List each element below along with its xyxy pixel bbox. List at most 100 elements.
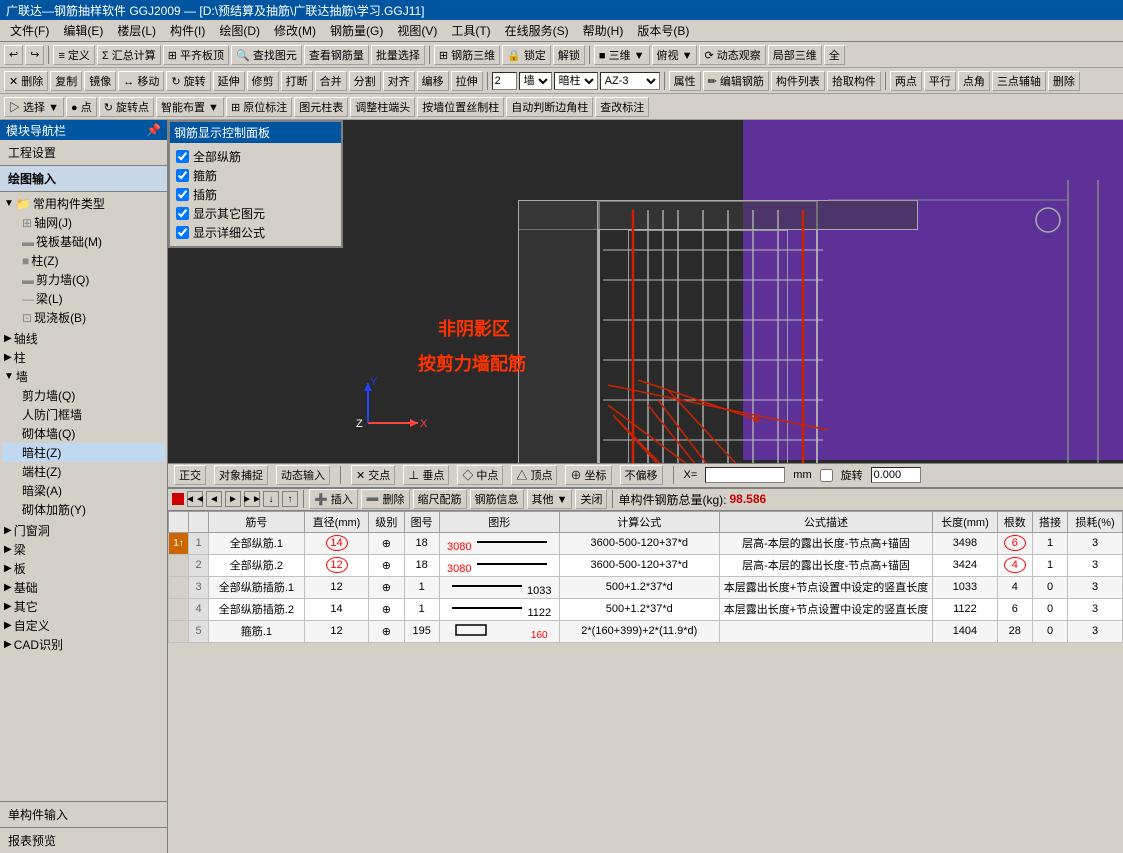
cb-insert[interactable]: 插筋 [174, 185, 337, 204]
status-intersect[interactable]: ✕ 交点 [351, 465, 395, 485]
rotate-check[interactable] [820, 469, 833, 482]
tb-lock[interactable]: 🔒 锁定 [502, 45, 551, 65]
menu-view[interactable]: 视图(V) [391, 21, 443, 40]
status-coord[interactable]: ⊕ 坐标 [565, 465, 611, 485]
tb-rot-point[interactable]: ↻ 旋转点 [99, 97, 154, 117]
cell-name4[interactable]: 全部纵筋插筋.2 [209, 598, 305, 620]
tb-inplace-mark[interactable]: ⊞ 原位标注 [226, 97, 292, 117]
status-no-offset[interactable]: 不偏移 [620, 465, 663, 485]
tree-col[interactable]: ■柱(Z) [2, 251, 165, 270]
tb-top-view[interactable]: 俯视 ▼ [652, 45, 698, 65]
tree-opening[interactable]: ▶ 门窗洞 [2, 521, 165, 540]
tb-steel-3d[interactable]: ⊞ 钢筋三维 [434, 45, 500, 65]
tb-insert-row[interactable]: ➕ 插入 [309, 489, 358, 509]
table-close-box[interactable] [172, 493, 184, 505]
tree-masonry[interactable]: 砌体墙(Q) [2, 424, 165, 443]
draw-input[interactable]: 绘图输入 [0, 166, 167, 192]
tb-steel-info[interactable]: 钢筋信息 [470, 489, 524, 509]
tb-undo[interactable]: ↩ [4, 45, 23, 65]
tb-pick[interactable]: 拾取构件 [827, 71, 881, 91]
tree-custom[interactable]: ▶ 自定义 [2, 616, 165, 635]
tb-break[interactable]: 打断 [281, 71, 313, 91]
tree-end-col[interactable]: 端柱(Z) [2, 462, 165, 481]
menu-help[interactable]: 帮助(H) [577, 21, 630, 40]
tree-other[interactable]: ▶ 其它 [2, 597, 165, 616]
tree-wall-section[interactable]: ▼ 墙 [2, 367, 165, 386]
rotate-input[interactable] [871, 467, 921, 483]
report-btn[interactable]: 报表预览 [0, 827, 167, 853]
tree-dark-col[interactable]: 暗柱(Z) [2, 443, 165, 462]
tb-3pt-aux[interactable]: 三点辅轴 [992, 71, 1046, 91]
tb-offset[interactable]: 编移 [417, 71, 449, 91]
tb-component-list[interactable]: 构件列表 [771, 71, 825, 91]
cell-name[interactable]: 全部纵筋.1 [209, 532, 305, 554]
tb-twopoint[interactable]: 两点 [890, 71, 922, 91]
menu-edit[interactable]: 编辑(E) [57, 21, 109, 40]
nav-next[interactable]: ► [225, 491, 241, 507]
canvas-area[interactable]: 钢筋显示控制面板 全部纵筋 箍筋 插筋 显示其它图元 显示详细公式 [168, 120, 1123, 463]
cb-formula[interactable]: 显示详细公式 [174, 223, 337, 242]
single-part-btn[interactable]: 单构件输入 [0, 801, 167, 827]
tb-scale-steel[interactable]: 缩尺配筋 [413, 489, 467, 509]
tb-adj-col-end[interactable]: 调整柱端头 [350, 97, 415, 117]
tb-dynamic[interactable]: ⟳ 动态观察 [699, 45, 765, 65]
tb-check-mark[interactable]: 查改标注 [595, 97, 649, 117]
tb-batch-select[interactable]: 批量选择 [371, 45, 425, 65]
tb-parallel[interactable]: 平行 [924, 71, 956, 91]
tb-smart-layout[interactable]: 智能布置 ▼ [156, 97, 224, 117]
tree-shear-q[interactable]: 剪力墙(Q) [2, 386, 165, 405]
tree-dark-beam[interactable]: 暗梁(A) [2, 481, 165, 500]
status-obj-snap[interactable]: 对象捕捉 [214, 465, 268, 485]
tb-merge[interactable]: 合并 [315, 71, 347, 91]
tb-redo[interactable]: ↪ [25, 45, 44, 65]
tree-axis-section[interactable]: ▶ 轴线 [2, 329, 165, 348]
floor-input[interactable]: 2 [492, 72, 517, 90]
cb-all-long[interactable]: 全部纵筋 [174, 147, 337, 166]
tb-copy[interactable]: 复制 [50, 71, 82, 91]
cb-other-elem[interactable]: 显示其它图元 [174, 204, 337, 223]
tb-angle[interactable]: 点角 [958, 71, 990, 91]
tb-col-table[interactable]: 图元柱表 [294, 97, 348, 117]
tb-calc[interactable]: Σ 汇总计算 [97, 45, 161, 65]
menu-floor[interactable]: 楼层(L) [111, 21, 162, 40]
nav-last[interactable]: ►► [244, 491, 260, 507]
tb-other[interactable]: 其他 ▼ [527, 489, 573, 509]
eng-settings[interactable]: 工程设置 [0, 140, 167, 166]
tree-axis[interactable]: ⊞轴网(J) [2, 213, 165, 232]
nav-prev[interactable]: ◄ [206, 491, 222, 507]
tb-view-steel[interactable]: 查看钢筋量 [304, 45, 369, 65]
status-perp[interactable]: ⊥ 垂点 [403, 465, 449, 485]
tb-split[interactable]: 分割 [349, 71, 381, 91]
menu-online[interactable]: 在线服务(S) [499, 21, 575, 40]
tb-mirror[interactable]: 镜像 [84, 71, 116, 91]
menu-file[interactable]: 文件(F) [4, 21, 55, 40]
tree-foundation[interactable]: ▶ 基础 [2, 578, 165, 597]
tb-point[interactable]: ● 点 [66, 97, 97, 117]
sidebar-pin[interactable]: 📌 [146, 123, 161, 137]
x-input[interactable] [705, 467, 785, 483]
tb-align[interactable]: 对齐 [383, 71, 415, 91]
cell-name5[interactable]: 箍筋.1 [209, 620, 305, 642]
menu-component[interactable]: 构件(I) [164, 21, 211, 40]
tb-wall-col[interactable]: 按墙位置丝制柱 [417, 97, 504, 117]
tree-beam[interactable]: —梁(L) [2, 289, 165, 308]
tree-air-door[interactable]: 人防门框墙 [2, 405, 165, 424]
cb-stirrup[interactable]: 箍筋 [174, 166, 337, 185]
tb-find[interactable]: 🔍 查找图元 [231, 45, 302, 65]
component-id-select[interactable]: AZ-3 [600, 72, 660, 90]
tree-raft[interactable]: ▬筏板基础(M) [2, 232, 165, 251]
menu-modify[interactable]: 修改(M) [268, 21, 322, 40]
tb-all[interactable]: 全 [824, 45, 845, 65]
tb-edit-steel[interactable]: ✏ 编辑钢筋 [703, 71, 769, 91]
tree-col-section[interactable]: ▶ 柱 [2, 348, 165, 367]
status-orthogonal[interactable]: 正交 [174, 465, 206, 485]
tree-cad[interactable]: ▶ CAD识别 [2, 635, 165, 654]
menu-tools[interactable]: 工具(T) [445, 21, 496, 40]
status-vertex[interactable]: △ 顶点 [511, 465, 557, 485]
tb-trim[interactable]: 修剪 [247, 71, 279, 91]
menu-version[interactable]: 版本号(B) [631, 21, 695, 40]
status-dynamic[interactable]: 动态输入 [276, 465, 330, 485]
tb-3d[interactable]: ■ 三维 ▼ [594, 45, 650, 65]
tree-board[interactable]: ▶ 板 [2, 559, 165, 578]
component-subtype-select[interactable]: 暗柱 [554, 72, 598, 90]
